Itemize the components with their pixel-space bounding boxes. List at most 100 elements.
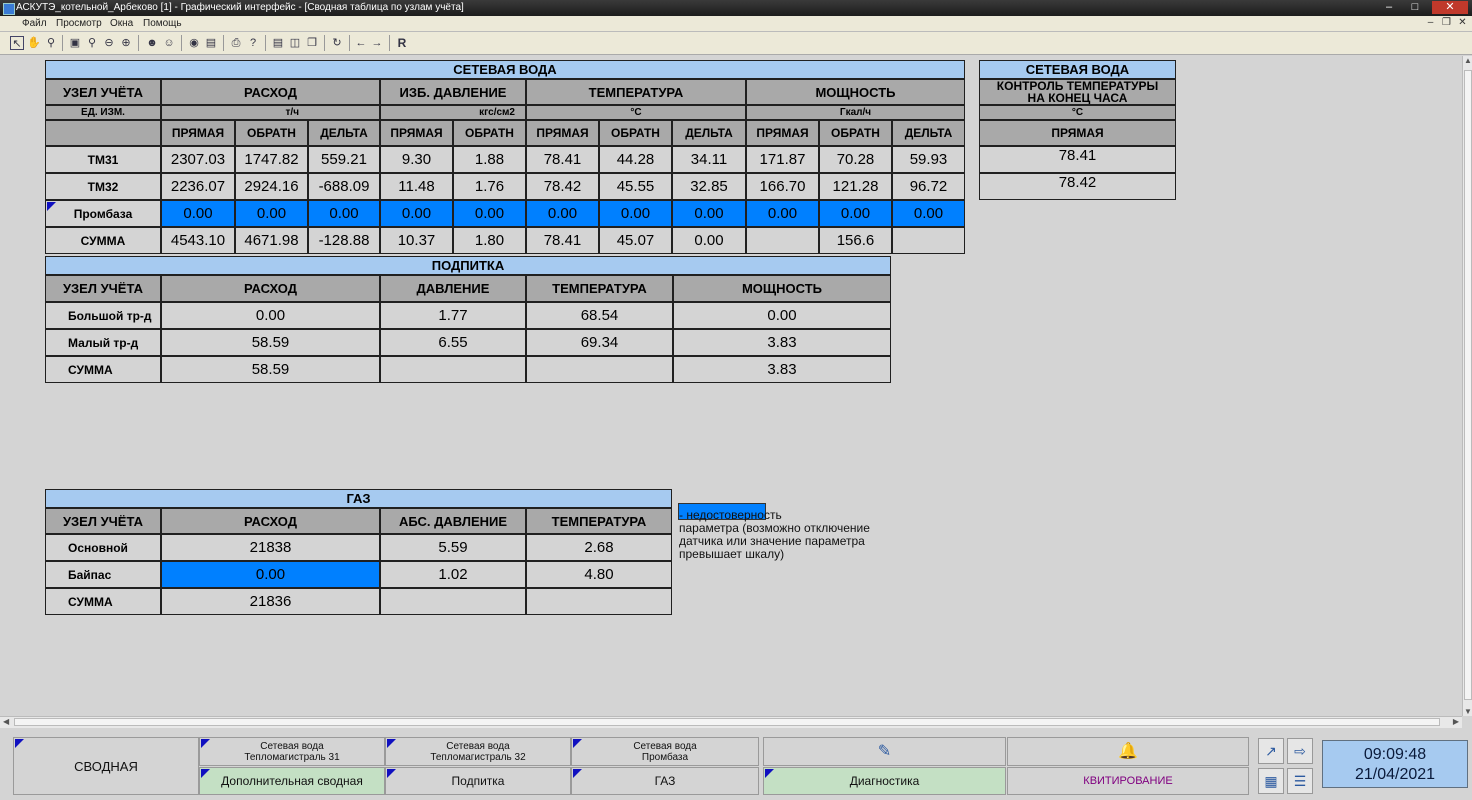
nav-makeup-button[interactable]: Подпитка xyxy=(385,767,571,795)
subheader-8: ПРЯМАЯ xyxy=(746,120,819,146)
scroll-down-icon[interactable]: ▼ xyxy=(1464,707,1472,716)
close-icon[interactable]: ✕ xyxy=(1432,1,1468,14)
nav-extra-summary-button[interactable]: Дополнительная сводная xyxy=(199,767,385,795)
refresh-icon[interactable]: ↻ xyxy=(330,36,344,50)
makeup-cell-r1-c0: 58.59 xyxy=(161,329,380,356)
report-preview-icon[interactable]: ☰ xyxy=(1287,768,1313,794)
vertical-scrollbar[interactable]: ▲ ▼ xyxy=(1462,56,1472,716)
nav-tm32-label: Сетевая вода Тепломагистраль 32 xyxy=(430,740,526,763)
help-icon[interactable]: ? xyxy=(246,36,260,50)
scroll-right-icon[interactable]: ▶ xyxy=(1453,717,1459,726)
nav-gas-label: ГАЗ xyxy=(654,773,676,788)
zoom-fit-icon[interactable]: ⚲ xyxy=(85,36,99,50)
scroll-up-icon[interactable]: ▲ xyxy=(1464,56,1472,65)
nav-acknowledge-button[interactable]: КВИТИРОВАНИЕ xyxy=(1007,767,1249,795)
gas-header-1: РАСХОД xyxy=(161,508,380,534)
child-minimize-icon[interactable]: – xyxy=(1424,17,1437,29)
makeup-cell-r1-c1: 6.55 xyxy=(380,329,526,356)
users-icon[interactable]: ☻ xyxy=(145,36,159,50)
row-label-0: ТМ31 xyxy=(45,146,161,173)
horizontal-scrollbar[interactable]: ◀ ▶ xyxy=(0,716,1462,728)
user-key-icon[interactable]: ☺ xyxy=(162,36,176,50)
back-icon[interactable]: ← xyxy=(354,36,368,50)
hand-icon[interactable]: ✋ xyxy=(27,36,41,50)
menu-windows[interactable]: Окна xyxy=(110,16,133,31)
trend-chart-icon[interactable]: ↗ xyxy=(1258,738,1284,764)
makeup-cell-r2-c1 xyxy=(380,356,526,383)
control-value-tm31: 78.41 xyxy=(979,146,1176,173)
alarm-button[interactable]: 🔔 xyxy=(1007,737,1249,766)
subheader-9: ОБРАТН xyxy=(819,120,892,146)
child-restore-icon[interactable]: ❐ xyxy=(1440,17,1453,29)
nav-summary-button[interactable]: СВОДНАЯ xyxy=(13,737,199,795)
menu-view[interactable]: Просмотр xyxy=(56,16,102,31)
makeup-header-0: УЗЕЛ УЧЁТА xyxy=(45,275,161,302)
makeup-cell-r2-c0: 58.59 xyxy=(161,356,380,383)
clock-time: 09:09:48 xyxy=(1363,746,1427,763)
gas-caption: ГАЗ xyxy=(45,489,672,508)
vertical-scroll-thumb[interactable] xyxy=(1464,70,1472,700)
menu-file[interactable]: Файл xyxy=(22,16,47,31)
makeup-row-label-2: СУММА xyxy=(45,356,161,383)
horizontal-scroll-thumb[interactable] xyxy=(14,718,1440,726)
gas-header-3: ТЕМПЕРАТУРА xyxy=(526,508,672,534)
binoculars-icon[interactable]: ◉ xyxy=(187,36,201,50)
cell-r2-c3: 0.00 xyxy=(380,200,453,227)
nav-gas-button[interactable]: ГАЗ xyxy=(571,767,759,795)
nav-diagnostics-button[interactable]: Диагностика xyxy=(763,767,1006,795)
nav-extra-label: Дополнительная сводная xyxy=(221,773,363,788)
control-unit: °C xyxy=(979,105,1176,120)
forward-icon[interactable]: → xyxy=(370,36,384,50)
cell-r3-c0: 4543.10 xyxy=(161,227,235,254)
cell-r0-c1: 1747.82 xyxy=(235,146,308,173)
gas-cell-r2-c2 xyxy=(526,588,672,615)
gas-cell-r2-c1 xyxy=(380,588,526,615)
scroll-left-icon[interactable]: ◀ xyxy=(3,717,9,726)
tile-vertical-icon[interactable]: ◫ xyxy=(288,36,302,50)
zoom-icon[interactable]: ⚲ xyxy=(44,36,58,50)
invalid-legend-text: - недостоверность параметра (возможно от… xyxy=(679,508,870,561)
header-flow: РАСХОД xyxy=(161,79,380,105)
exit-door-icon[interactable]: ⇨ xyxy=(1287,738,1313,764)
r-button[interactable]: R xyxy=(395,36,409,50)
gas-cell-r1-c0: 0.00 xyxy=(161,561,380,588)
app-icon xyxy=(3,3,15,15)
cell-r3-c9: 156.6 xyxy=(819,227,892,254)
cell-r2-c0: 0.00 xyxy=(161,200,235,227)
subheader-blank xyxy=(45,120,161,146)
makeup-cell-r0-c2: 68.54 xyxy=(526,302,673,329)
cell-r3-c2: -128.88 xyxy=(308,227,380,254)
child-close-icon[interactable]: ✕ xyxy=(1456,17,1469,29)
archive-book-icon[interactable]: ▦ xyxy=(1258,768,1284,794)
nav-tm31-button[interactable]: Сетевая вода Тепломагистраль 31 xyxy=(199,737,385,766)
makeup-cell-r2-c3: 3.83 xyxy=(673,356,891,383)
zoom-out-icon[interactable]: ⊖ xyxy=(102,36,116,50)
cell-r3-c7: 0.00 xyxy=(672,227,746,254)
print-icon[interactable]: ⎙ xyxy=(229,36,243,50)
clock-date: 21/04/2021 xyxy=(1354,766,1436,783)
gas-cell-r0-c2: 2.68 xyxy=(526,534,672,561)
cell-r1-c7: 32.85 xyxy=(672,173,746,200)
nav-ack-label: КВИТИРОВАНИЕ xyxy=(1083,774,1173,787)
bottom-navigation: СВОДНАЯ Сетевая вода Тепломагистраль 31 … xyxy=(0,728,1472,800)
window-titlebar: АСКУТЭ_котельной_Арбеково [1] - Графичес… xyxy=(0,0,1472,16)
minimize-icon[interactable]: – xyxy=(1378,1,1400,14)
gas-row-label-1: Байпас xyxy=(45,561,161,588)
control-caption: СЕТЕВАЯ ВОДА xyxy=(979,60,1176,79)
cell-r0-c4: 1.88 xyxy=(453,146,526,173)
zoom-1to1-icon[interactable]: ▣ xyxy=(68,36,82,50)
zoom-in-icon[interactable]: ⊕ xyxy=(119,36,133,50)
journal-button[interactable]: ✎ xyxy=(763,737,1006,766)
nav-prombaza-button[interactable]: Сетевая вода Промбаза xyxy=(571,737,759,766)
tile-horizontal-icon[interactable]: ▤ xyxy=(271,36,285,50)
maximize-icon[interactable]: □ xyxy=(1404,1,1426,14)
gas-header-2: АБС. ДАВЛЕНИЕ xyxy=(380,508,526,534)
subheader-10: ДЕЛЬТА xyxy=(892,120,965,146)
cascade-icon[interactable]: ❐ xyxy=(305,36,319,50)
document-icon[interactable]: ▤ xyxy=(204,36,218,50)
pointer-icon[interactable]: ↖ xyxy=(10,36,24,50)
nav-tm32-button[interactable]: Сетевая вода Тепломагистраль 32 xyxy=(385,737,571,766)
menu-help[interactable]: Помощь xyxy=(143,16,182,31)
nav-summary-label: СВОДНАЯ xyxy=(74,758,138,774)
makeup-caption: ПОДПИТКА xyxy=(45,256,891,275)
